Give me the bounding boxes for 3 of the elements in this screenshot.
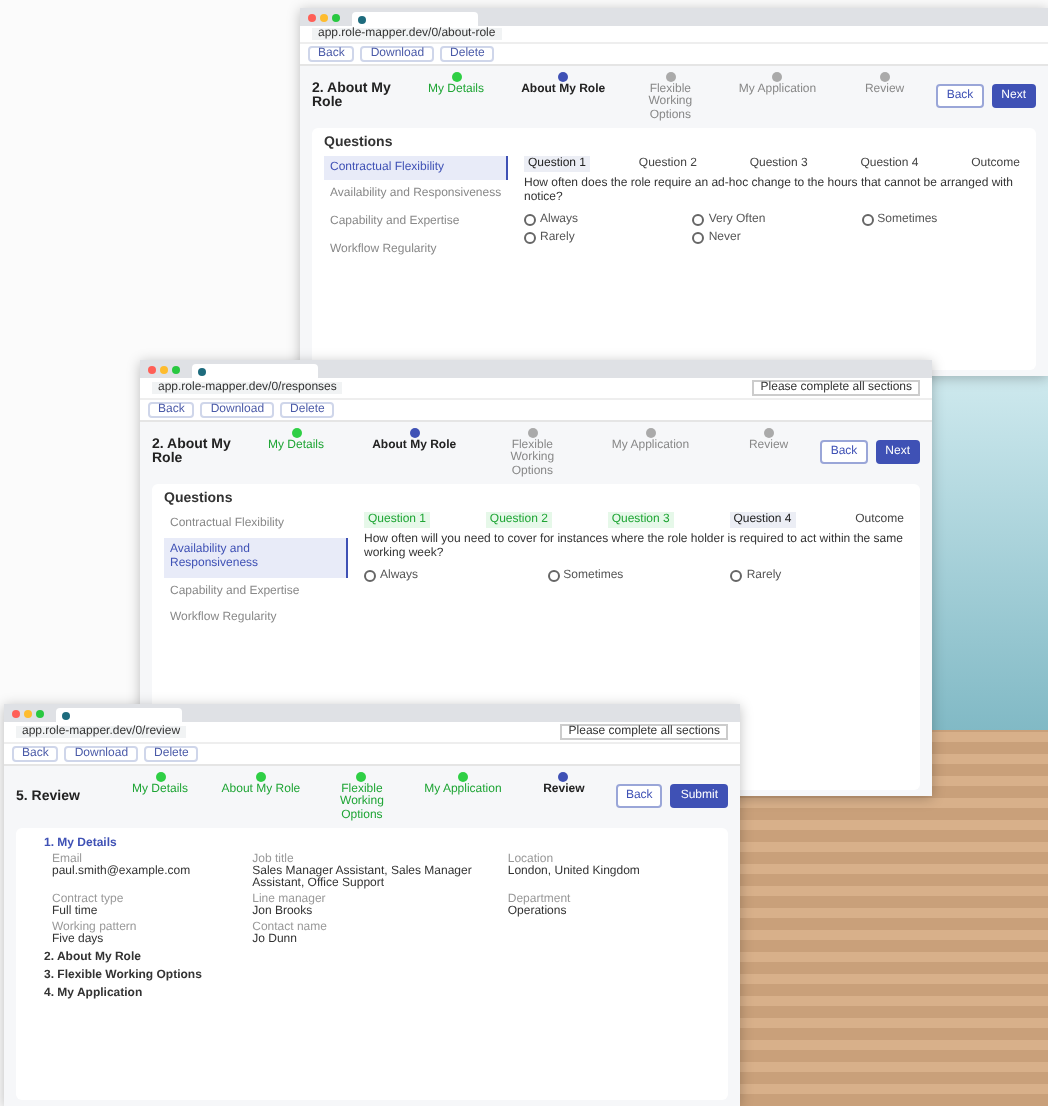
browser-tab[interactable] (56, 708, 182, 722)
browser-tab[interactable] (192, 364, 318, 378)
browser-tab[interactable] (352, 12, 478, 26)
